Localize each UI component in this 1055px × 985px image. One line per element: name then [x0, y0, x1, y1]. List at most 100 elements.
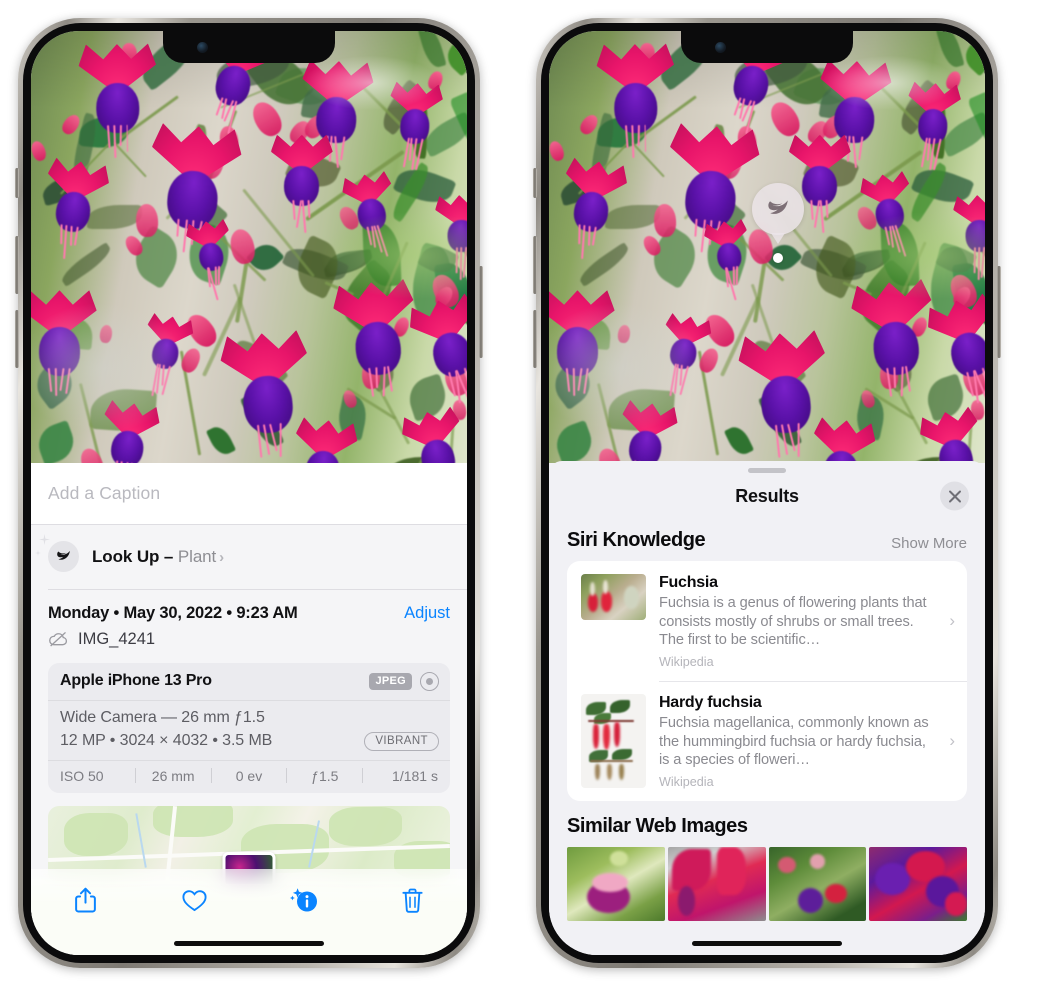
- adjust-button[interactable]: Adjust: [404, 604, 450, 623]
- fuchsia-flower: [923, 291, 985, 404]
- foliage-shape: [459, 300, 467, 346]
- favorite-button[interactable]: [172, 881, 218, 919]
- stem-shape: [908, 414, 968, 463]
- volume-up-button[interactable]: [533, 236, 537, 294]
- photo-viewer[interactable]: [549, 31, 985, 463]
- web-image-thumbnail[interactable]: [667, 846, 766, 921]
- foliage-shape: [362, 221, 402, 288]
- stem-shape: [631, 141, 666, 178]
- volume-down-button[interactable]: [533, 310, 537, 368]
- foliage-shape: [403, 242, 460, 324]
- exif-ev: 0 ev: [235, 767, 263, 784]
- similar-web-images-strip[interactable]: [549, 846, 985, 921]
- flower-stamen: [279, 423, 282, 458]
- filename: IMG_4241: [78, 629, 156, 648]
- foliage-shape: [178, 188, 230, 239]
- flower-bud: [45, 330, 69, 360]
- capture-date: Monday • May 30, 2022 • 9:23 AM: [48, 603, 298, 622]
- camera-info-card[interactable]: Apple iPhone 13 Pro JPEG Wide Camera — 2…: [48, 662, 450, 793]
- delete-button[interactable]: [390, 881, 436, 919]
- close-button[interactable]: [940, 481, 969, 511]
- knowledge-thumbnail: [581, 694, 646, 788]
- flower-stamen: [447, 371, 455, 396]
- look-up-row[interactable]: Look Up – Plant ›: [31, 525, 467, 589]
- power-button[interactable]: [479, 266, 483, 358]
- sparkle-icon: [39, 534, 50, 545]
- fuchsia-flower: [96, 399, 162, 463]
- stem-shape: [197, 109, 237, 207]
- fuchsia-flower: [144, 122, 243, 253]
- flower-stamen: [886, 367, 892, 397]
- flower-stamen: [679, 365, 689, 395]
- flower-stamen: [699, 219, 705, 253]
- fuchsia-flower: [904, 81, 961, 171]
- silent-switch[interactable]: [15, 168, 19, 198]
- fuchsia-flower: [662, 122, 761, 253]
- flower-bud: [969, 398, 985, 421]
- flower-stamen: [679, 364, 684, 387]
- flower-bud: [879, 361, 899, 390]
- flower-stamen: [375, 366, 379, 387]
- flower-stamen: [161, 365, 171, 395]
- flower-bud: [179, 345, 205, 375]
- flower-bud: [858, 388, 877, 410]
- flower-bud: [804, 117, 832, 147]
- fuchsia-flower: [435, 194, 467, 281]
- flower-stamen: [196, 221, 203, 242]
- stem-shape: [597, 382, 623, 463]
- knowledge-source: Wikipedia: [659, 774, 714, 789]
- web-image-thumbnail[interactable]: [567, 846, 665, 921]
- foliage-shape: [239, 390, 286, 452]
- flower-corolla: [302, 448, 342, 463]
- power-button[interactable]: [997, 266, 1001, 358]
- foliage-shape: [205, 422, 237, 458]
- volume-down-button[interactable]: [15, 310, 19, 368]
- show-more-button[interactable]: Show More: [891, 535, 967, 552]
- siri-knowledge-title: Siri Knowledge: [567, 529, 706, 551]
- flower-corolla: [613, 82, 659, 134]
- silent-switch[interactable]: [533, 168, 537, 198]
- flower-sepal: [906, 81, 961, 119]
- flower-bud: [563, 330, 587, 360]
- web-image-thumbnail[interactable]: [869, 846, 967, 921]
- share-button[interactable]: [63, 881, 109, 919]
- web-image-thumbnail[interactable]: [768, 846, 867, 921]
- caption-placeholder: Add a Caption: [48, 483, 161, 503]
- flower-sepal: [301, 59, 375, 109]
- stem-shape: [219, 68, 317, 110]
- flower-stamen: [624, 125, 629, 149]
- foliage-shape: [179, 123, 212, 205]
- stem-shape: [697, 350, 720, 456]
- flower-stamen: [724, 267, 729, 287]
- flower-sepal: [788, 134, 851, 175]
- stem-shape: [893, 381, 929, 446]
- flower-bud: [909, 314, 931, 339]
- flower-corolla: [52, 188, 94, 235]
- foliage-shape: [893, 78, 945, 136]
- photo-viewer[interactable]: [31, 31, 467, 463]
- foliage-shape: [387, 161, 435, 223]
- flower-bud: [336, 203, 363, 233]
- specs-line: 12 MP • 3024 × 4032 • 3.5 MB: [60, 732, 273, 749]
- aperture-icon[interactable]: [420, 671, 439, 691]
- knowledge-title: Fuchsia: [659, 574, 718, 591]
- flower-bud: [99, 324, 114, 344]
- foliage-shape: [67, 112, 101, 186]
- flower-bud: [59, 112, 84, 138]
- siri-knowledge-card: Fuchsia Fuchsia is a genus of flowering …: [567, 561, 967, 801]
- knowledge-item[interactable]: Fuchsia Fuchsia is a genus of flowering …: [567, 561, 967, 681]
- home-indicator[interactable]: [692, 941, 842, 946]
- info-button[interactable]: [281, 881, 327, 919]
- look-up-badge[interactable]: [752, 183, 804, 244]
- stem-shape: [842, 281, 873, 296]
- foliage-shape: [880, 221, 920, 288]
- flower-sepal: [549, 290, 615, 339]
- flower-sepal: [619, 399, 680, 444]
- home-indicator[interactable]: [174, 941, 324, 946]
- flower-stamen: [216, 97, 224, 116]
- volume-up-button[interactable]: [15, 236, 19, 294]
- results-title: Results: [735, 485, 799, 506]
- flower-sepal: [819, 59, 893, 109]
- knowledge-item[interactable]: Hardy fuchsia Fuchsia magellanica, commo…: [567, 681, 967, 801]
- caption-input[interactable]: Add a Caption: [31, 463, 467, 525]
